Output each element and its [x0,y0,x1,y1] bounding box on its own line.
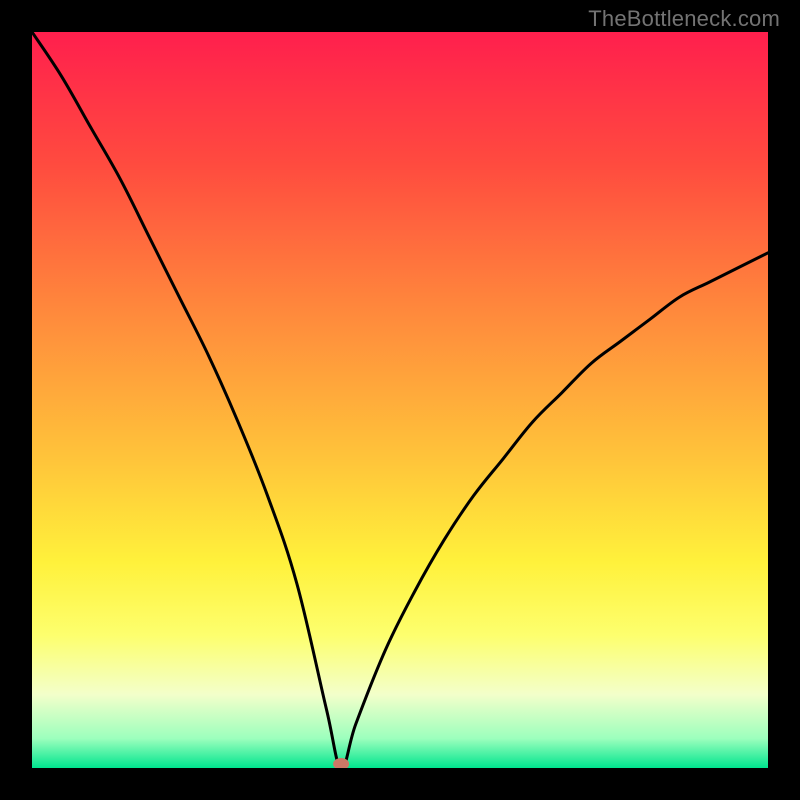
chart-frame: TheBottleneck.com [0,0,800,800]
gradient-background [32,32,768,768]
bottleneck-chart [32,32,768,768]
watermark-text: TheBottleneck.com [588,6,780,32]
